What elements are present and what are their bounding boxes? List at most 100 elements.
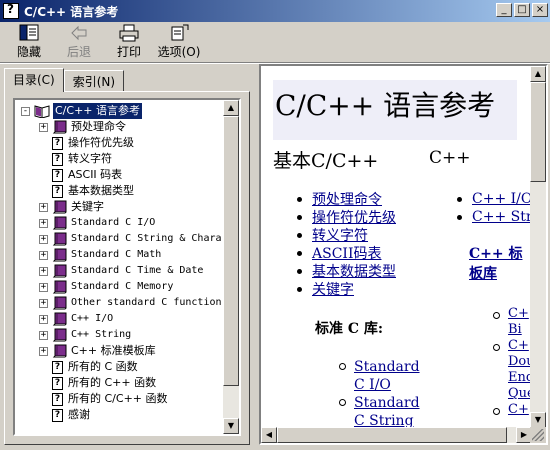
tree-item[interactable]: ? 所有的 C/C++ 函数 [52,391,168,407]
topic-link[interactable]: 操作符优先级 [312,207,396,227]
tree-item[interactable]: + Standard C String & Chara [39,231,222,247]
tree-item[interactable]: ? 操作符优先级 [52,135,134,151]
book-icon [52,280,67,294]
expand-icon[interactable]: + [39,346,48,356]
link-line: Dou [508,354,532,369]
topic-link[interactable]: C++ I/O [472,191,532,207]
expand-icon[interactable]: + [39,250,48,260]
topic-link[interactable]: C+DouEndQue [508,338,532,402]
tree-item[interactable]: + 预处理命令 [39,119,126,135]
tree-item[interactable]: ? 转义字符 [52,151,112,167]
content-vertical-scrollbar[interactable]: ▲ ▼ [530,66,546,428]
expand-icon[interactable]: + [39,330,48,340]
tree-item[interactable]: + Standard C Time & Date [39,263,203,279]
title-bar: C/C++ 语言参考 _ □ × [0,0,550,22]
tree-item[interactable]: + 关键字 [39,199,104,215]
expand-icon[interactable]: + [39,234,48,244]
scroll-down-arrow-icon[interactable]: ▼ [530,412,546,428]
expand-icon[interactable]: + [39,314,48,324]
link-line: Standard [354,395,420,411]
cpp-stl-heading-line2: 板库 [469,266,497,282]
scroll-up-arrow-icon[interactable]: ▲ [223,100,239,116]
section-heading-basic: 基本C/C++ [273,150,379,172]
maximize-button[interactable]: □ [514,3,530,17]
topic-link[interactable]: 预处理命令 [312,189,382,209]
expand-icon[interactable]: + [39,266,48,276]
scroll-down-arrow-icon[interactable]: ▼ [223,418,239,434]
tree-item[interactable]: + Standard C Memory [39,279,173,295]
topic-link[interactable]: 转义字符 [312,225,368,245]
tree-item[interactable]: + C++ 标准模板库 [39,343,156,359]
cpp-links-list: C++ I/O C++ Stri [457,190,532,226]
cpp-stl-heading-link[interactable]: C++ 标 板库 [469,244,522,284]
topic-link[interactable]: C+ Bi [508,306,529,338]
minimize-button[interactable]: _ [496,3,512,17]
nav-tabs: 目录(C) 索引(N) [4,68,125,92]
tab-contents[interactable]: 目录(C) [4,68,64,92]
section-heading-cpp: C++ [429,148,471,168]
tree-item[interactable]: + C++ I/O [39,311,113,327]
tree-item[interactable]: ? 所有的 C++ 函数 [52,375,156,391]
scroll-up-arrow-icon[interactable]: ▲ [530,66,546,82]
tree-item-label: C++ 标准模板库 [71,344,156,357]
tree-item[interactable]: ? 基本数据类型 [52,183,134,199]
list-item: Standard C I/O [339,358,420,394]
topic-link[interactable]: C+ [508,402,529,418]
topic-link[interactable]: 关键字 [312,279,354,299]
options-button[interactable]: 选项(O) [154,22,204,62]
tree-item-label: Standard C Memory [71,281,174,292]
list-item: C+DouEndQue [493,338,532,402]
window-controls: _ □ × [494,3,548,17]
content-scroll-thumb[interactable] [530,82,546,182]
resize-grip-icon[interactable] [532,429,544,441]
expand-icon[interactable]: + [39,218,48,228]
tree-item[interactable]: ? ASCII 码表 [52,167,122,183]
expand-icon[interactable]: + [39,282,48,292]
topic-link[interactable]: 基本数据类型 [312,261,396,281]
tree-item[interactable]: + Standard C Math [39,247,161,263]
tree-item[interactable]: + Other standard C function [39,295,222,311]
link-line: Que [508,386,532,401]
window-title: C/C++ 语言参考 [24,4,119,19]
tree-item-label: 所有的 C 函数 [68,360,138,373]
tree-scroll-thumb[interactable] [223,116,239,386]
topic-link[interactable]: Standard C I/O [354,358,420,394]
expand-icon[interactable]: + [39,298,48,308]
book-icon [52,312,67,326]
list-item: 转义字符 [297,226,396,244]
tree-vertical-scrollbar[interactable]: ▲ ▼ [223,100,239,434]
expand-icon[interactable]: + [39,202,48,212]
close-button[interactable]: × [532,3,548,17]
book-icon [52,264,67,278]
tab-index[interactable]: 索引(N) [63,70,125,92]
tree-item[interactable]: - C/C++ 语言参考 [21,103,142,119]
tree-item-label: Standard C Time & Date [71,265,204,276]
help-page-icon: ? [52,392,63,406]
help-page-icon: ? [52,136,63,150]
tree-item[interactable]: ? 感谢 [52,407,90,423]
collapse-icon[interactable]: - [21,106,30,116]
hide-button[interactable]: 隐藏 [4,22,54,62]
bullet-icon [297,250,302,256]
help-page-icon: ? [52,152,63,166]
circle-bullet-icon [493,408,500,415]
content-horizontal-scrollbar[interactable]: ◀ ▶ [261,427,532,443]
scrollbar-corner [530,427,546,443]
scroll-left-arrow-icon[interactable]: ◀ [261,427,277,443]
topic-link[interactable]: C++ Stri [472,209,532,225]
tree-item[interactable]: + C++ String [39,327,131,343]
expand-icon[interactable]: + [39,122,48,132]
topic-link[interactable]: ASCII码表 [312,243,381,263]
circle-bullet-icon [493,344,500,351]
print-button[interactable]: 打印 [104,22,154,62]
tree-item-label: C/C++ 语言参考 [53,103,142,119]
tree-item[interactable]: + Standard C I/O [39,215,155,231]
link-line: Standard [354,359,420,375]
book-icon [52,248,67,262]
circle-bullet-icon [339,363,346,370]
back-button[interactable]: 后退 [54,22,104,62]
help-app-icon [3,2,19,19]
tree-item[interactable]: ? 所有的 C 函数 [52,359,138,375]
topic-link[interactable]: Standard C String [354,394,420,428]
content-hscroll-thumb[interactable] [277,427,507,443]
